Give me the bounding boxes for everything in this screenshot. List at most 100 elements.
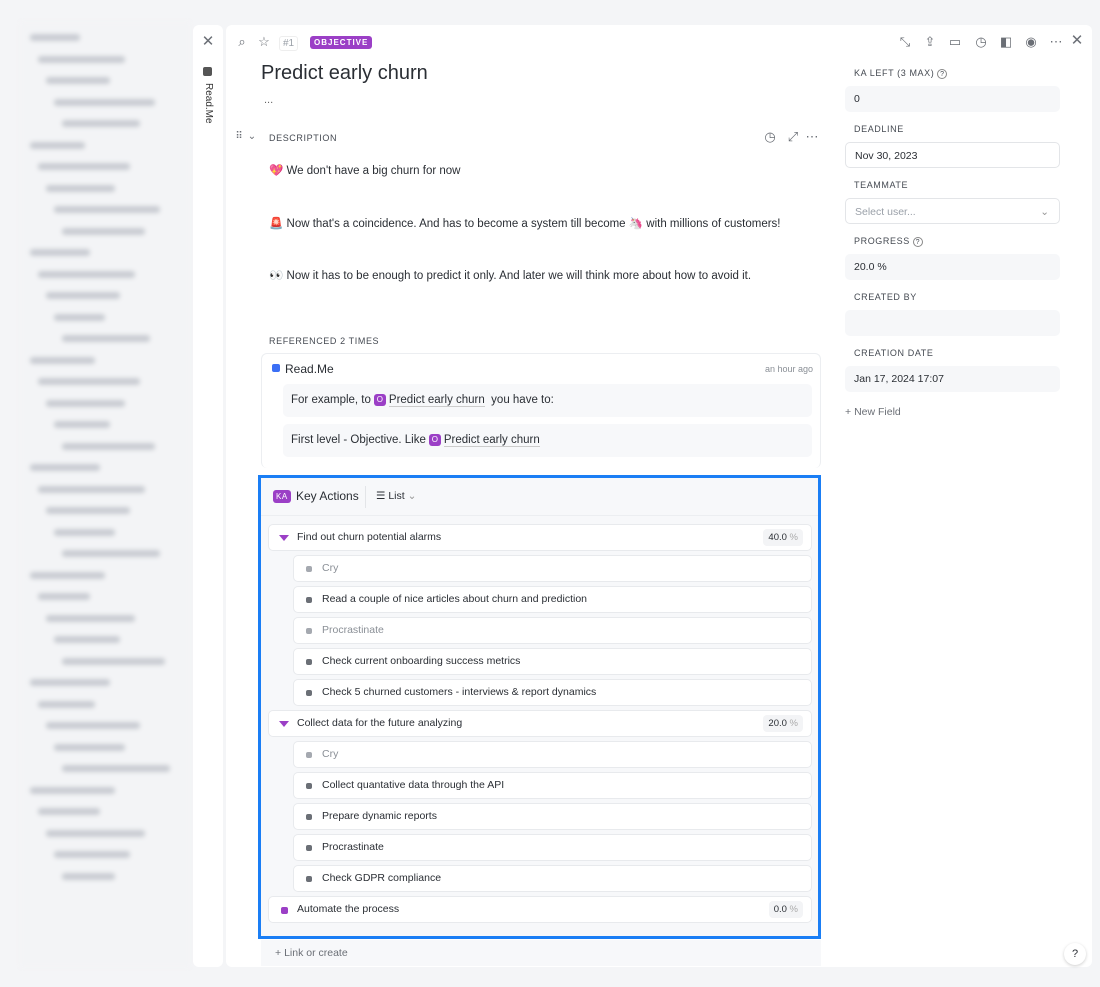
star-icon[interactable]: ☆ (256, 35, 272, 49)
sidebar-item[interactable] (30, 464, 100, 471)
sidebar-item[interactable] (38, 378, 140, 385)
chevron-down-icon[interactable]: ⌄ (244, 130, 260, 144)
sidebar-item[interactable] (62, 120, 140, 127)
sidebar-item[interactable] (38, 163, 130, 170)
view-selector[interactable]: ☰ List ⌄ (376, 490, 416, 502)
close-icon[interactable]: ✕ (200, 34, 216, 49)
key-action-item[interactable]: Read a couple of nice articles about chu… (293, 586, 812, 613)
objective-link[interactable]: Predict early churn (388, 394, 485, 407)
reference-source[interactable]: Read.Me (285, 362, 334, 376)
caret-down-icon[interactable] (279, 535, 289, 541)
sidebar-item[interactable] (46, 184, 115, 192)
field-input[interactable]: 20.0 % (845, 254, 1060, 280)
sidebar-item[interactable] (30, 786, 115, 794)
sidebar-item[interactable] (54, 528, 115, 536)
link-or-create-bar[interactable]: + Link or create (261, 940, 821, 966)
sidebar-item[interactable] (54, 421, 110, 428)
objective-link[interactable]: Predict early churn (443, 434, 540, 447)
sidebar-item[interactable] (46, 292, 120, 299)
sidebar-item[interactable] (54, 636, 120, 643)
key-action-group[interactable]: Automate the process 0.0 % (268, 896, 812, 923)
watch-icon[interactable]: ◉ (1023, 35, 1039, 49)
field-input[interactable]: Select user... ⌄ (845, 198, 1060, 224)
close-panel-icon[interactable]: ✕ (1069, 33, 1085, 48)
key-action-item[interactable]: Cry (293, 555, 812, 582)
sidebar-item[interactable] (54, 743, 125, 751)
sidebar-item[interactable] (38, 270, 135, 278)
sidebar-toggle-icon[interactable]: ◧ (998, 35, 1014, 49)
sidebar-item[interactable] (38, 55, 125, 63)
key-action-label: Procrastinate (322, 624, 384, 636)
sidebar-item[interactable] (62, 442, 155, 450)
sidebar-item[interactable] (46, 399, 125, 407)
sidebar-item[interactable] (46, 77, 110, 84)
more-icon[interactable]: ⋯ (804, 130, 820, 144)
key-action-item[interactable]: Prepare dynamic reports (293, 803, 812, 830)
sidebar-item[interactable] (46, 614, 135, 622)
sidebar-item[interactable] (30, 679, 110, 686)
field-input[interactable]: Jan 17, 2024 17:07 (845, 366, 1060, 392)
field-label: PROGRESS? (854, 236, 923, 247)
sidebar-item[interactable] (30, 34, 80, 41)
expand-icon[interactable]: ⤢ (785, 130, 801, 144)
sidebar-item[interactable] (62, 657, 165, 665)
description-paragraph[interactable]: 💖 We don't have a big churn for now (269, 163, 460, 177)
description-paragraph[interactable]: 👀 Now it has to be enough to predict it … (269, 268, 751, 282)
sidebar-item[interactable] (46, 507, 130, 514)
key-action-item[interactable]: Procrastinate (293, 617, 812, 644)
sidebar-item[interactable] (38, 593, 90, 600)
chevron-down-icon: ⌄ (1040, 206, 1049, 218)
key-action-item[interactable]: Check GDPR compliance (293, 865, 812, 892)
history-icon[interactable]: ◷ (762, 130, 778, 144)
sidebar-item[interactable] (38, 700, 95, 708)
key-action-item[interactable]: Procrastinate (293, 834, 812, 861)
key-action-item[interactable]: Check 5 churned customers - interviews &… (293, 679, 812, 706)
help-icon[interactable]: ? (937, 69, 948, 79)
key-action-item[interactable]: Collect quantative data through the API (293, 772, 812, 799)
share-icon[interactable]: ⇪ (922, 35, 938, 49)
sidebar-item[interactable] (62, 872, 115, 880)
field-label-text: DEADLINE (854, 124, 904, 134)
sidebar-item[interactable] (30, 249, 90, 256)
caret-down-icon[interactable] (279, 721, 289, 727)
sidebar-item[interactable] (62, 765, 170, 772)
field-input[interactable]: Nov 30, 2023 (845, 142, 1060, 168)
subtitle[interactable]: ... (264, 94, 273, 106)
key-action-item[interactable]: Check current onboarding success metrics (293, 648, 812, 675)
field-label-text: PROGRESS (854, 236, 910, 246)
collapse-icon[interactable]: ⤡ (897, 35, 913, 49)
sidebar-item[interactable] (54, 313, 105, 321)
sidebar-item[interactable] (46, 722, 140, 729)
sidebar-item[interactable] (54, 98, 155, 106)
sidebar-item[interactable] (62, 227, 145, 235)
field-input[interactable]: 0 (845, 86, 1060, 112)
more-icon[interactable]: ⋯ (1048, 35, 1064, 49)
sidebar-item[interactable] (54, 206, 160, 213)
comment-icon[interactable]: ▭ (947, 35, 963, 49)
sidebar-item[interactable] (54, 851, 130, 858)
sidebar-item[interactable] (38, 485, 145, 493)
sidebar-item[interactable] (30, 571, 105, 579)
search-icon[interactable]: ⌕ (234, 35, 250, 49)
help-button[interactable]: ? (1064, 943, 1086, 965)
key-action-item[interactable]: Cry (293, 741, 812, 768)
readme-tab[interactable]: Read.Me (193, 83, 223, 124)
sidebar-item[interactable] (46, 829, 145, 837)
sidebar-item[interactable] (62, 550, 160, 557)
page-title[interactable]: Predict early churn (261, 62, 428, 85)
sidebar-item[interactable] (38, 808, 100, 815)
sidebar-item[interactable] (62, 335, 150, 342)
key-action-group[interactable]: Find out churn potential alarms 40.0 % (268, 524, 812, 551)
field-label: CREATED BY (854, 292, 917, 302)
new-field-button[interactable]: + New Field (845, 406, 901, 418)
sidebar-item[interactable] (30, 356, 95, 364)
field-input[interactable] (845, 310, 1060, 336)
objective-icon: O (373, 394, 386, 406)
sidebar-item[interactable] (30, 141, 85, 149)
item-number[interactable]: #1 (279, 36, 299, 51)
history-icon[interactable]: ◷ (973, 35, 989, 49)
help-icon[interactable]: ? (912, 237, 923, 247)
status-icon (306, 845, 312, 851)
description-paragraph[interactable]: 🚨 Now that's a coincidence. And has to b… (269, 216, 781, 230)
key-action-group[interactable]: Collect data for the future analyzing 20.… (268, 710, 812, 737)
